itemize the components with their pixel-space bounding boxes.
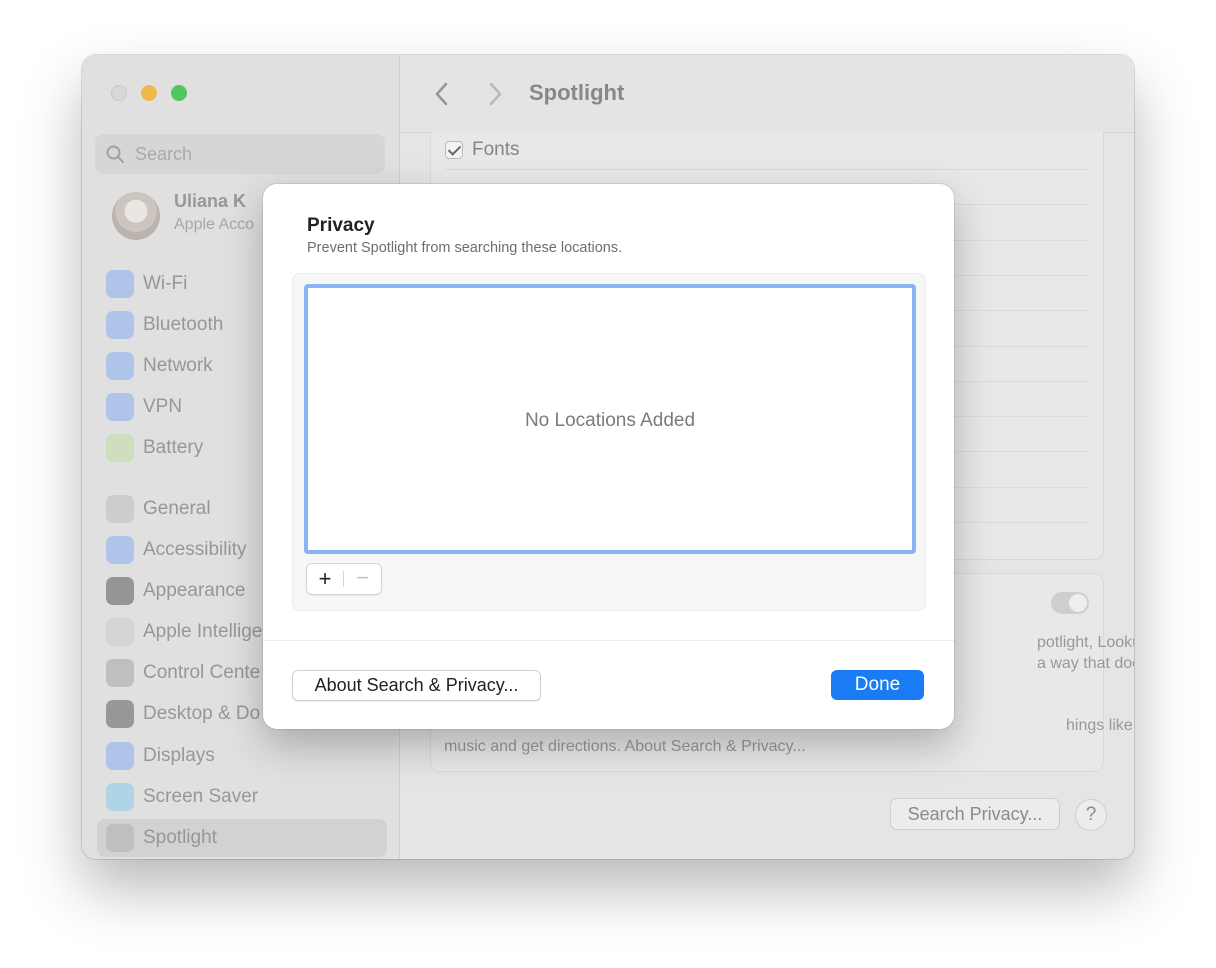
empty-state-text: No Locations Added xyxy=(524,410,696,431)
sheet-title: Privacy xyxy=(307,215,375,236)
remove-location-button[interactable]: − xyxy=(344,564,381,594)
privacy-sheet: Privacy Prevent Spotlight from searching… xyxy=(263,184,954,729)
excluded-locations-list[interactable]: No Locations Added xyxy=(304,284,916,554)
about-search-privacy-button[interactable]: About Search & Privacy... xyxy=(292,670,541,701)
sheet-divider xyxy=(263,640,954,641)
done-button[interactable]: Done xyxy=(831,670,924,700)
add-remove-control: + − xyxy=(306,563,382,595)
sheet-subtitle: Prevent Spotlight from searching these l… xyxy=(307,240,623,256)
add-location-button[interactable]: + xyxy=(307,564,343,594)
